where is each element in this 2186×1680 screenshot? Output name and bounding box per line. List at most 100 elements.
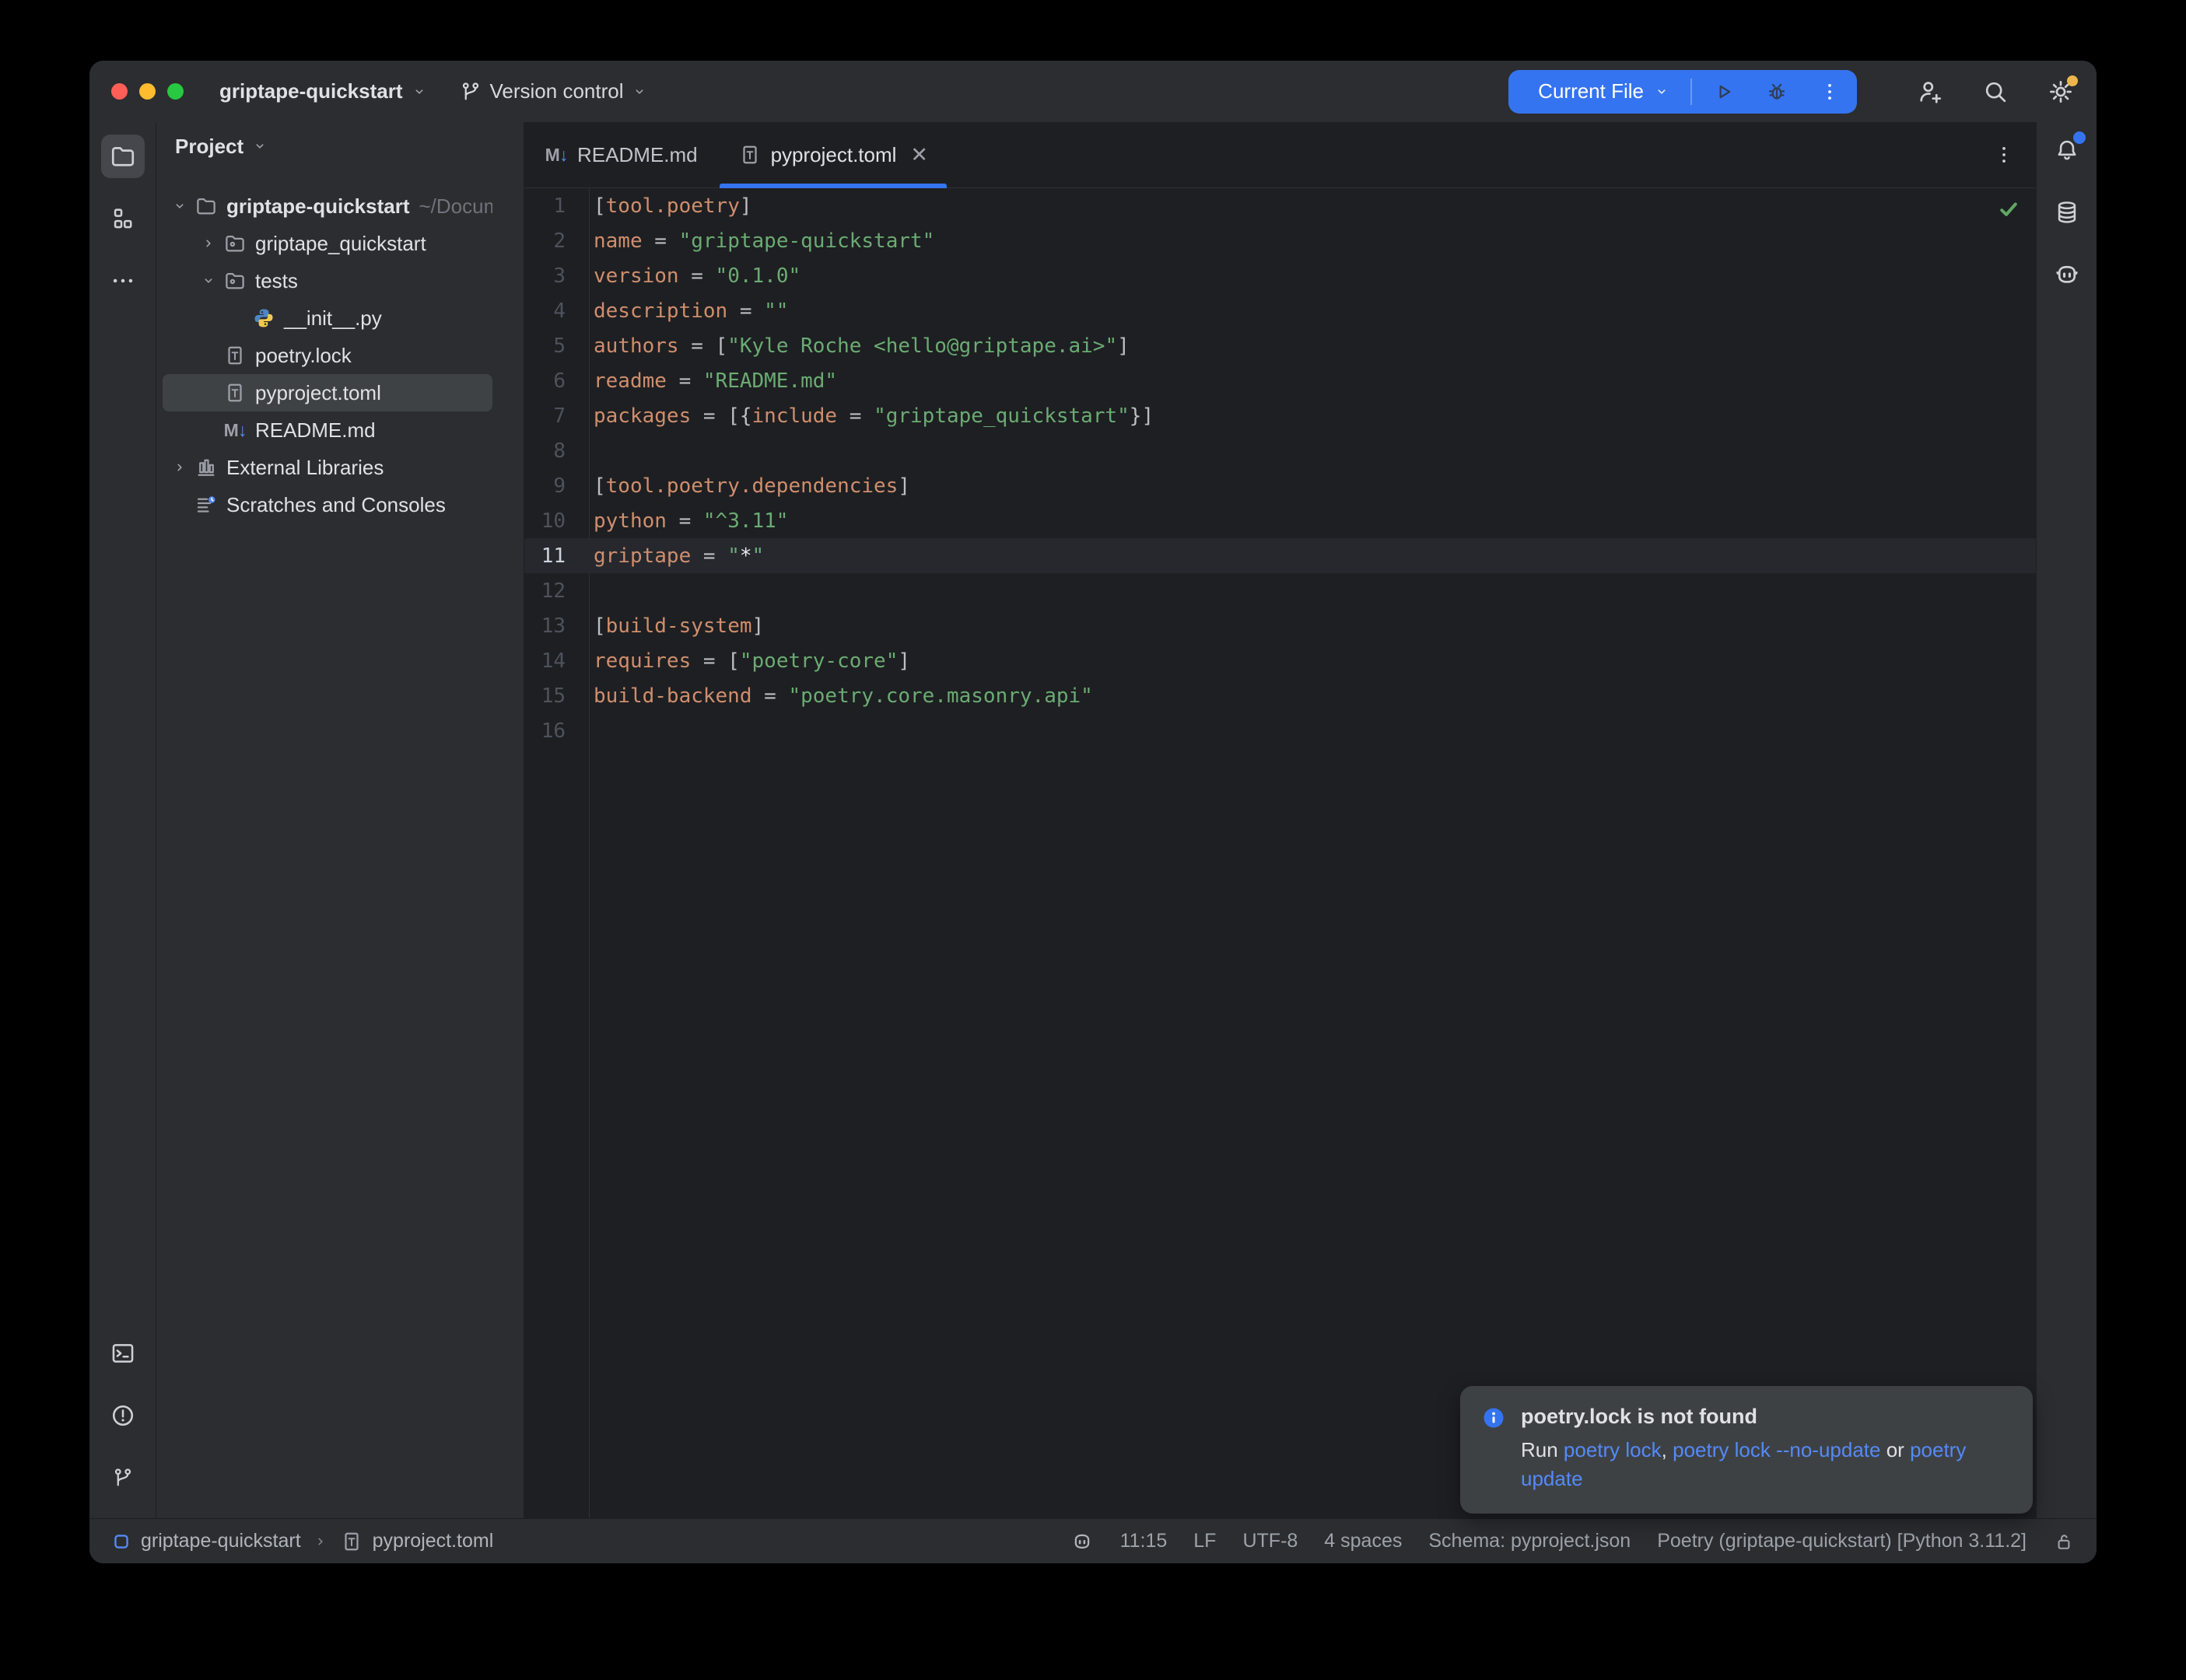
notifications-tool-button[interactable] [2045, 128, 2089, 172]
chevron-down-icon [411, 83, 428, 100]
tree-item-scratches-and-consoles[interactable]: Scratches and Consoles [163, 486, 492, 523]
run-button[interactable] [1712, 80, 1736, 103]
tree-item-label: griptape_quickstart [255, 232, 426, 256]
tree-item-tests[interactable]: tests [163, 262, 492, 299]
code-text: readme = "README.md" [589, 369, 837, 393]
search-icon[interactable] [1981, 78, 2009, 106]
git-branch-icon [111, 1466, 135, 1489]
tree-item-label: README.md [255, 418, 376, 443]
code-line-4[interactable]: 4description = "" [524, 293, 2036, 328]
more-tools-button[interactable] [101, 259, 145, 303]
line-number: 8 [524, 439, 589, 463]
project-panel-header[interactable]: Project [156, 122, 524, 158]
project-tree-panel: Project griptape-quickstart~/Documegript… [156, 122, 524, 1518]
tree-item-readme-md[interactable]: M↓README.md [163, 411, 492, 449]
toml-icon [222, 380, 247, 405]
notification-popup[interactable]: poetry.lock is not found Run poetry lock… [1460, 1386, 2033, 1514]
settings-button[interactable] [2047, 78, 2075, 106]
tree-item-griptape-quickstart[interactable]: griptape_quickstart [163, 225, 492, 262]
tab-pyproject-toml[interactable]: pyproject.toml ✕ [718, 122, 948, 187]
structure-tool-button[interactable] [101, 197, 145, 240]
chevron-right-icon [312, 1533, 329, 1550]
structure-icon [110, 205, 136, 232]
statusbar-item-schema-pyproject-json[interactable]: Schema: pyproject.json [1428, 1530, 1631, 1552]
tab-options-kebab-icon[interactable] [1992, 143, 2036, 166]
code-line-12[interactable]: 12 [524, 573, 2036, 608]
breadcrumb-item-griptape-quickstart[interactable]: griptape-quickstart [111, 1530, 301, 1552]
database-tool-button[interactable] [2045, 191, 2089, 234]
code-line-9[interactable]: 9[tool.poetry.dependencies] [524, 468, 2036, 503]
chevron-right-icon[interactable] [194, 235, 222, 252]
editor-tab-bar: M↓README.md pyproject.toml ✕ [524, 122, 2036, 188]
tab-label: pyproject.toml [771, 143, 897, 167]
code-line-10[interactable]: 10python = "^3.11" [524, 503, 2036, 538]
code-line-1[interactable]: 1[tool.poetry] [524, 188, 2036, 223]
project-tool-button[interactable] [101, 135, 145, 178]
code-line-3[interactable]: 3version = "0.1.0" [524, 258, 2036, 293]
code-text: [tool.poetry.dependencies] [589, 474, 910, 498]
notification-link-poetry-lock[interactable]: poetry lock [1564, 1438, 1662, 1461]
database-icon [2054, 199, 2080, 226]
breadcrumb-label: griptape-quickstart [141, 1530, 301, 1552]
chevron-down-icon[interactable] [1653, 83, 1670, 100]
terminal-tool-button[interactable] [101, 1332, 145, 1375]
zoom-window-button[interactable] [167, 83, 184, 100]
vcs-widget[interactable]: Version control [459, 79, 649, 103]
code-line-14[interactable]: 14requires = ["poetry-core"] [524, 643, 2036, 678]
code-line-5[interactable]: 5authors = ["Kyle Roche <hello@griptape.… [524, 328, 2036, 363]
desktop: { "colors": { "accent_blue": "#3574f0", … [0, 0, 2186, 1680]
title-bar: griptape-quickstart Version control Curr… [89, 61, 2097, 122]
tree-item-label: griptape-quickstart [226, 194, 410, 219]
code-line-6[interactable]: 6readme = "README.md" [524, 363, 2036, 398]
tree-item-poetry-lock[interactable]: poetry.lock [163, 337, 492, 374]
chevron-down-icon[interactable] [194, 272, 222, 289]
chevron-down-icon[interactable] [166, 198, 194, 215]
package-folder-icon [222, 231, 247, 256]
breadcrumb: griptape-quickstart pyproject.toml [111, 1530, 493, 1553]
inspections-check-icon[interactable] [1997, 198, 2020, 221]
divider [1690, 79, 1692, 105]
code-line-2[interactable]: 2name = "griptape-quickstart" [524, 223, 2036, 258]
run-config-selector[interactable]: Current File [1538, 79, 1644, 103]
code-line-7[interactable]: 7packages = [{include = "griptape_quicks… [524, 398, 2036, 433]
line-number: 16 [524, 719, 589, 743]
close-window-button[interactable] [111, 83, 128, 100]
breadcrumb-item-pyproject-toml[interactable]: pyproject.toml [340, 1530, 494, 1553]
notification-link-poetry-lock-no-update[interactable]: poetry lock --no-update [1673, 1438, 1880, 1461]
copilot-icon[interactable] [1070, 1530, 1094, 1553]
tree-item-griptape-quickstart[interactable]: griptape-quickstart~/Docume [163, 187, 492, 225]
line-number: 6 [524, 369, 589, 393]
version-control-tool-button[interactable] [101, 1456, 145, 1500]
breadcrumb-label: pyproject.toml [373, 1530, 494, 1552]
code-line-15[interactable]: 15build-backend = "poetry.core.masonry.a… [524, 678, 2036, 713]
right-tool-stripe [2036, 122, 2097, 1518]
close-tab-icon[interactable]: ✕ [910, 143, 928, 167]
line-number: 14 [524, 649, 589, 673]
code-line-13[interactable]: 13[build-system] [524, 608, 2036, 643]
code-line-16[interactable]: 16 [524, 713, 2036, 748]
minimize-window-button[interactable] [139, 83, 156, 100]
tab-readme-md[interactable]: M↓README.md [524, 122, 718, 187]
code-line-11[interactable]: 11griptape = "*" [524, 538, 2036, 573]
code-line-8[interactable]: 8 [524, 433, 2036, 468]
problems-tool-button[interactable] [101, 1394, 145, 1437]
statusbar-item-lf[interactable]: LF [1193, 1530, 1216, 1552]
ai-assistant-tool-button[interactable] [2045, 253, 2089, 296]
tree-item-init-py[interactable]: __init__.py [163, 299, 492, 337]
code-editor[interactable]: 1[tool.poetry]2name = "griptape-quicksta… [524, 188, 2036, 1518]
debug-button[interactable] [1765, 80, 1788, 103]
statusbar-item-11-15[interactable]: 11:15 [1120, 1530, 1168, 1552]
user-plus-icon[interactable] [1916, 78, 1944, 106]
notification-text: or [1880, 1438, 1910, 1461]
statusbar-item-poetry-griptape-quickstart-pyt[interactable]: Poetry (griptape-quickstart) [Python 3.1… [1657, 1530, 2027, 1552]
tree-item-pyproject-toml[interactable]: pyproject.toml [163, 374, 492, 411]
chevron-right-icon[interactable] [166, 459, 194, 476]
more-run-options-button[interactable] [1818, 80, 1841, 103]
lock-open-icon[interactable] [2053, 1531, 2075, 1552]
statusbar-item-utf-8[interactable]: UTF-8 [1242, 1530, 1298, 1552]
main-area: Project griptape-quickstart~/Documegript… [89, 122, 2097, 1518]
project-tree: griptape-quickstart~/Docume griptape_quic… [156, 187, 524, 523]
statusbar-item-4-spaces[interactable]: 4 spaces [1324, 1530, 1402, 1552]
project-widget[interactable]: griptape-quickstart [219, 79, 428, 103]
tree-item-external-libraries[interactable]: External Libraries [163, 449, 492, 486]
